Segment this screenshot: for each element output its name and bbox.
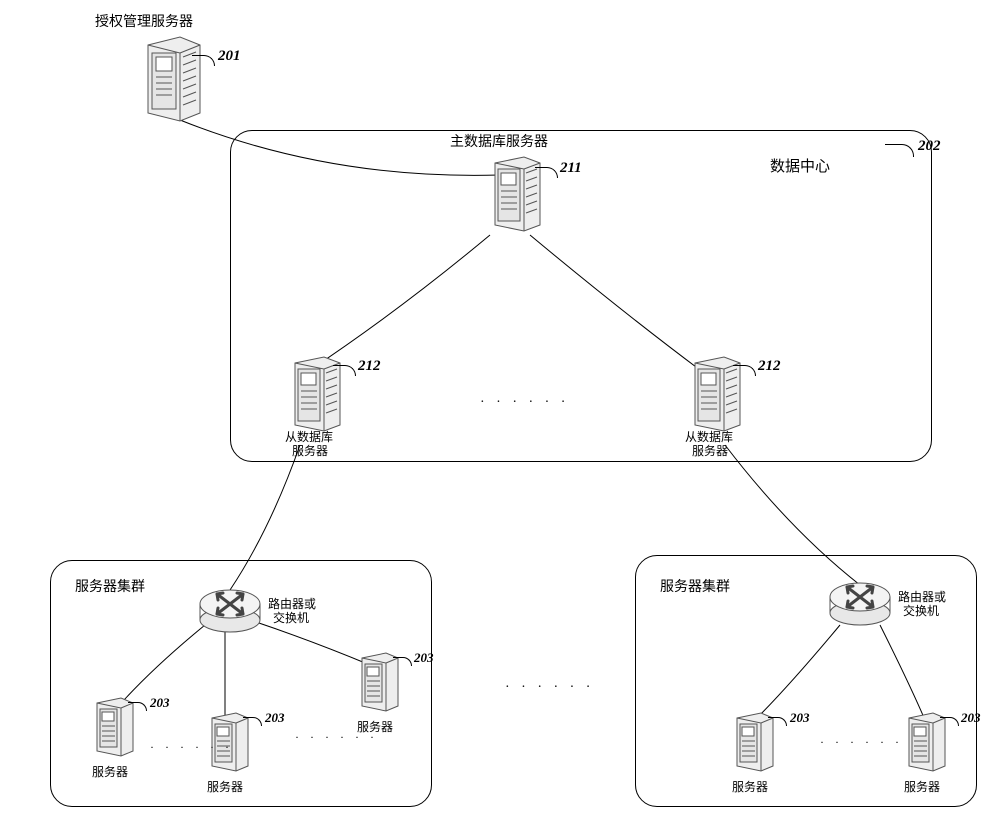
- cluster-label-left: 服务器集群: [75, 580, 145, 597]
- ellipsis: · · · · · ·: [480, 395, 569, 411]
- cluster-label-right: 服务器集群: [660, 580, 730, 597]
- slave-db-label-l2: 服务器: [692, 444, 728, 458]
- router-label-l1: 路由器或: [268, 597, 316, 611]
- ref-211: 211: [560, 160, 582, 177]
- server-label: 服务器: [207, 780, 243, 794]
- ellipsis: · · · · · ·: [505, 680, 594, 696]
- ref-203: 203: [961, 710, 981, 726]
- server-label: 服务器: [904, 780, 940, 794]
- ref-connector: [885, 144, 914, 157]
- ref-203: 203: [265, 710, 285, 726]
- ellipsis: · · · · · ·: [295, 730, 378, 745]
- slave-db-label-l1: 从数据库: [285, 430, 333, 444]
- auth-server-title: 授权管理服务器: [95, 15, 193, 32]
- ellipsis: · · · · · ·: [150, 740, 233, 755]
- ellipsis: · · · · · ·: [820, 735, 903, 750]
- ref-202: 202: [918, 138, 941, 155]
- slave-db-label-l1: 从数据库: [685, 430, 733, 444]
- master-db-label: 主数据库服务器: [450, 135, 548, 152]
- ref-203: 203: [414, 650, 434, 666]
- ref-203: 203: [150, 695, 170, 711]
- router-icon: [195, 582, 265, 637]
- auth-server-icon: [130, 35, 210, 130]
- router-icon: [825, 575, 895, 630]
- data-center-label: 数据中心: [770, 158, 830, 176]
- router-label-l2: 交换机: [273, 611, 309, 625]
- router-label-l1: 路由器或: [898, 590, 946, 604]
- router-label-l2: 交换机: [903, 604, 939, 618]
- ref-201: 201: [218, 48, 241, 65]
- server-label: 服务器: [732, 780, 768, 794]
- ref-203: 203: [790, 710, 810, 726]
- ref-212-right: 212: [758, 358, 781, 375]
- server-label: 服务器: [92, 765, 128, 779]
- slave-db-label-l2: 服务器: [292, 444, 328, 458]
- ref-212-left: 212: [358, 358, 381, 375]
